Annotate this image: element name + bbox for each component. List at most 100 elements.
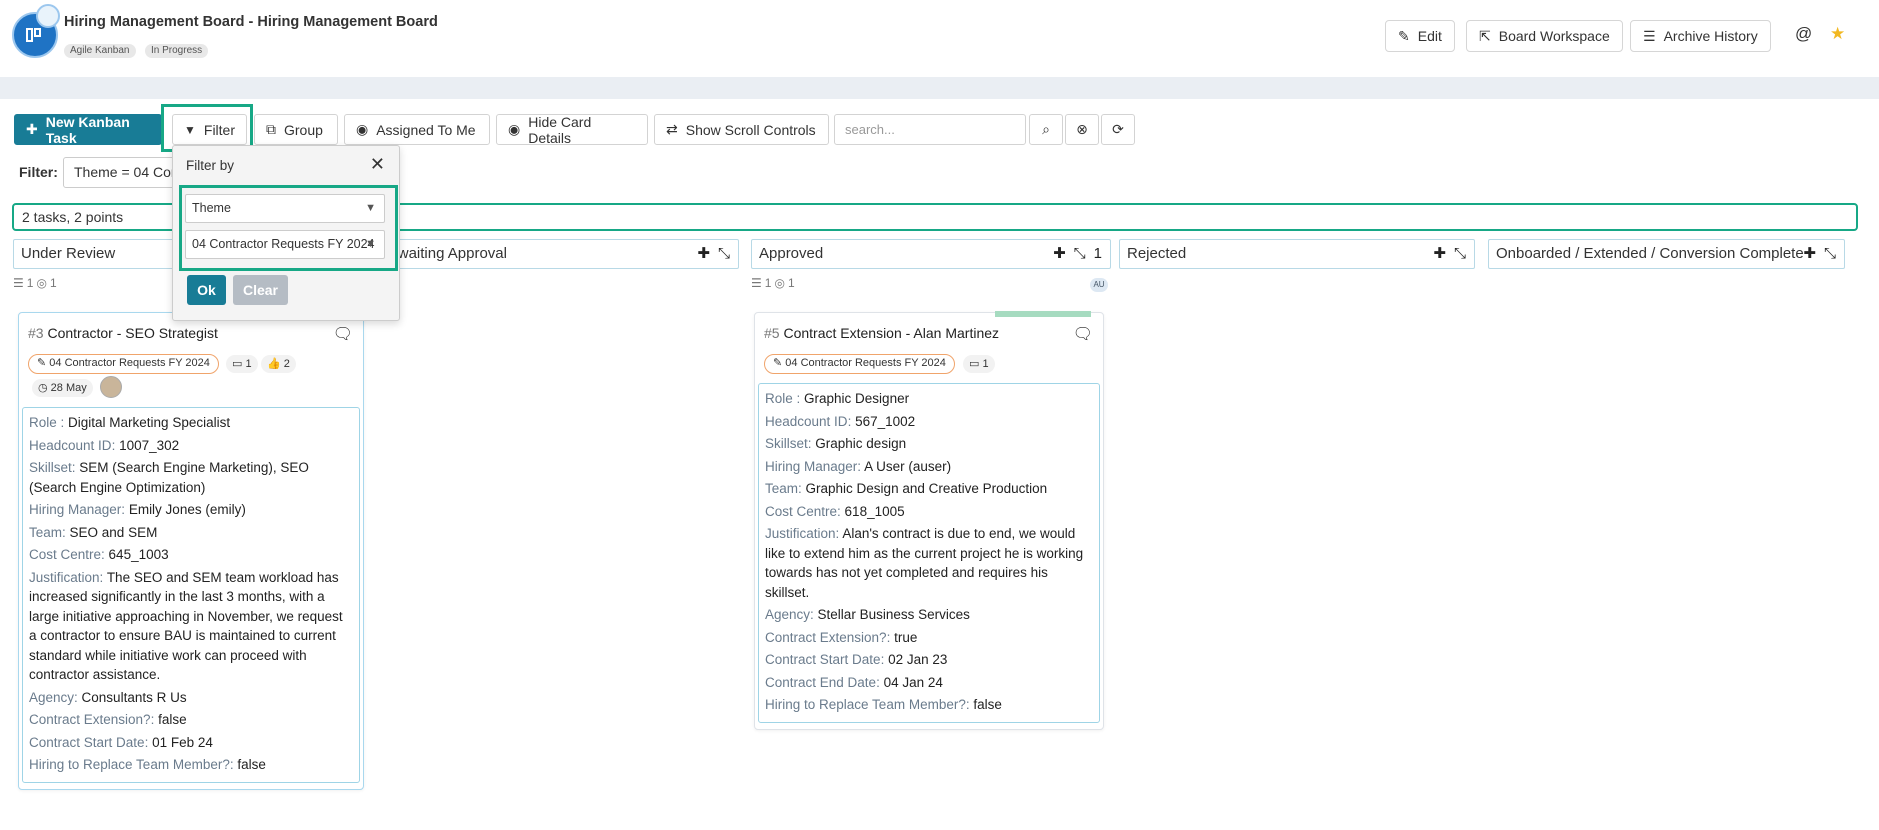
- external-link-icon: ⇱: [1479, 27, 1491, 44]
- add-task-icon[interactable]: ✚: [1803, 240, 1816, 268]
- plus-icon: ✚: [26, 121, 38, 137]
- page-title: Hiring Management Board - Hiring Managem…: [64, 14, 438, 30]
- detail-value: 01 Feb 24: [152, 734, 213, 750]
- detail-row: Team: SEO and SEM: [29, 523, 353, 543]
- assignee-badge[interactable]: AU: [1090, 278, 1108, 292]
- detail-key: Skillset: [29, 460, 72, 475]
- detail-key: Hiring to Replace Team Member?: [29, 757, 230, 772]
- collapse-icon[interactable]: ⤡: [1824, 240, 1836, 268]
- detail-separator: :: [121, 502, 129, 517]
- avatar[interactable]: [100, 376, 122, 398]
- clear-button[interactable]: Clear: [233, 275, 288, 305]
- copy-icon: ⧉: [266, 121, 276, 137]
- kanban-card-3[interactable]: #3 Contractor - SEO Strategist 🗨 ✎ 04 Co…: [18, 312, 364, 790]
- add-task-icon[interactable]: ✚: [697, 240, 710, 268]
- tag-status: In Progress: [145, 44, 209, 58]
- kanban-card-5[interactable]: #5 Contract Extension - Alan Martinez 🗨 …: [754, 311, 1104, 730]
- detail-row: Team: Graphic Design and Creative Produc…: [765, 479, 1093, 499]
- comments-icon[interactable]: 🗨: [333, 324, 353, 344]
- clear-search-button[interactable]: ⊗: [1065, 114, 1099, 145]
- search-input[interactable]: search...: [834, 114, 1026, 145]
- detail-row: Headcount ID: 1007_302: [29, 436, 353, 456]
- detail-key: Team: [765, 481, 799, 496]
- card-accent-bar: [995, 311, 1091, 317]
- stack-icon: ☰: [13, 276, 24, 290]
- add-task-icon[interactable]: ✚: [1053, 240, 1066, 268]
- subtask-value: 1: [982, 358, 989, 370]
- ok-button[interactable]: Ok: [187, 275, 226, 305]
- detail-value: Consultants R Us: [81, 689, 187, 705]
- card-details: Role : Graphic Designer Headcount ID: 567…: [758, 383, 1100, 723]
- board-badge-icon: [36, 4, 60, 28]
- edit-button[interactable]: ✎ Edit: [1385, 20, 1455, 52]
- subtask-value: 1: [245, 358, 252, 370]
- new-kanban-task-button[interactable]: ✚ New Kanban Task: [14, 114, 162, 146]
- points-icon: ◎: [36, 276, 47, 290]
- detail-row: Cost Centre: 645_1003: [29, 545, 353, 565]
- comments-icon[interactable]: 🗨: [1073, 324, 1093, 344]
- detail-key: Justification: [29, 569, 100, 585]
- card-title-text: Contract Extension - Alan Martinez: [783, 325, 1000, 341]
- brush-icon: ✎: [773, 357, 783, 369]
- meta-points: 1: [49, 276, 57, 290]
- theme-pill[interactable]: ✎ 04 Contractor Requests FY 2024: [764, 354, 955, 374]
- column-onboarded: Onboarded / Extended / Conversion Comple…: [1488, 239, 1845, 269]
- detail-row: Role : Graphic Designer: [765, 389, 1093, 409]
- theme-text: 04 Contractor Requests FY 2024: [785, 357, 946, 369]
- detail-row: Agency: Consultants R Us: [29, 688, 353, 708]
- detail-key: Cost Centre: [765, 503, 838, 519]
- column-rejected: Rejected ✚ ⤡: [1119, 239, 1475, 269]
- column-approved: Approved ✚ ⤡ 1: [751, 239, 1111, 269]
- add-task-icon[interactable]: ✚: [1433, 240, 1446, 268]
- detail-value: Graphic Design and Creative Production: [805, 481, 1048, 496]
- sliders-icon: ☰: [1643, 27, 1656, 44]
- detail-value: Graphic Designer: [804, 391, 910, 406]
- due-date-value: 28 May: [50, 382, 87, 394]
- detail-row: Skillset: SEM (Search Engine Marketing),…: [29, 458, 353, 497]
- detail-key: Contract Extension?: [765, 629, 887, 645]
- mention-icon[interactable]: @: [1795, 24, 1812, 44]
- detail-value: 567_1002: [855, 413, 916, 429]
- detail-key: Role: [765, 391, 793, 406]
- detail-separator: :: [144, 734, 153, 750]
- scroll-controls-label: Show Scroll Controls: [685, 121, 816, 138]
- detail-row: Justification: The SEO and SEM team work…: [29, 568, 353, 685]
- detail-row: Headcount ID: 567_1002: [765, 412, 1093, 432]
- detail-key: Contract Start Date: [765, 652, 881, 667]
- detail-key: Cost Centre: [29, 547, 102, 562]
- archive-label: Archive History: [1663, 28, 1758, 44]
- detail-separator: :: [810, 607, 818, 622]
- detail-value: false: [973, 697, 1002, 712]
- detail-separator: :: [150, 712, 159, 727]
- arrows-exchange-icon: ⇄: [666, 121, 678, 137]
- hide-card-details-button[interactable]: ◉ Hide Card Details: [496, 114, 648, 146]
- detail-key: Contract Start Date: [29, 734, 145, 750]
- board-header: Hiring Management Board - Hiring Managem…: [0, 0, 1879, 76]
- assigned-to-me-button[interactable]: ◉ Assigned To Me: [344, 114, 490, 145]
- board-workspace-button[interactable]: ⇱ Board Workspace: [1466, 20, 1623, 52]
- detail-separator: :: [62, 524, 70, 540]
- collapse-icon[interactable]: ⤡: [718, 240, 730, 268]
- detail-key: Hiring to Replace Team Member?: [765, 697, 966, 712]
- edit-label: Edit: [1417, 28, 1442, 44]
- collapse-icon[interactable]: ⤡: [1454, 240, 1466, 268]
- column-title: Under Review: [21, 245, 116, 262]
- detail-value: false: [237, 757, 266, 772]
- search-button[interactable]: ⌕: [1029, 114, 1063, 145]
- theme-pill[interactable]: ✎ 04 Contractor Requests FY 2024: [28, 354, 219, 374]
- subtask-count: ▭ 1: [963, 355, 995, 373]
- star-icon[interactable]: ★: [1830, 24, 1845, 44]
- group-button[interactable]: ⧉ Group: [254, 114, 338, 145]
- meta-count: 1: [26, 276, 34, 290]
- detail-separator: :: [837, 503, 845, 519]
- show-scroll-controls-button[interactable]: ⇄ Show Scroll Controls: [654, 114, 829, 145]
- archive-history-button[interactable]: ☰ Archive History: [1630, 20, 1771, 52]
- detail-separator: :: [880, 652, 889, 667]
- column-title: Awaiting Approval: [388, 245, 507, 262]
- collapse-icon[interactable]: ⤡: [1074, 240, 1086, 268]
- close-icon[interactable]: ✕: [370, 154, 385, 175]
- detail-value: Digital Marketing Specialist: [68, 415, 231, 430]
- likes-count[interactable]: 👍 2: [261, 355, 296, 373]
- detail-separator: :: [886, 629, 895, 645]
- refresh-button[interactable]: ⟳: [1101, 114, 1135, 145]
